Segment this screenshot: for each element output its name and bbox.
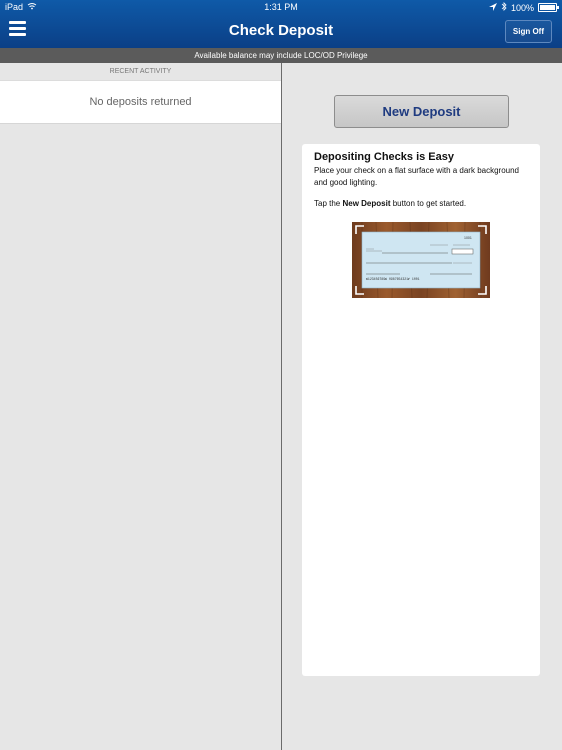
info-instruction: Place your check on a flat surface with … bbox=[314, 166, 519, 187]
bluetooth-icon bbox=[501, 2, 507, 13]
app-header: iPad 1:31 PM 100% Check Deposit Sign Off bbox=[0, 0, 562, 48]
status-right: 100% bbox=[488, 2, 559, 13]
sign-off-button[interactable]: Sign Off bbox=[504, 20, 552, 43]
status-time: 1:31 PM bbox=[264, 2, 298, 12]
page-title: Check Deposit bbox=[228, 22, 334, 39]
battery-percent: 100% bbox=[510, 2, 534, 13]
balance-notice-banner: Available balance may include LOC/OD Pri… bbox=[0, 48, 562, 63]
deposit-info-card: Depositing Checks is Easy Place your che… bbox=[302, 144, 540, 676]
recent-activity-header: RECENT ACTIVITY bbox=[109, 68, 172, 75]
battery-icon bbox=[538, 3, 559, 12]
status-bar: iPad 1:31 PM 100% bbox=[0, 0, 562, 16]
info-title: Depositing Checks is Easy bbox=[314, 151, 454, 163]
check-number: 1001 bbox=[464, 236, 472, 240]
location-arrow-icon bbox=[488, 2, 497, 13]
deposit-pane: New Deposit Depositing Checks is Easy Pl… bbox=[282, 63, 562, 750]
new-deposit-button[interactable]: New Deposit bbox=[334, 95, 509, 128]
check-on-wood-illustration: 1001 ⑆123456789⑆ 0987654321⑈ 1001 bbox=[352, 221, 490, 299]
micr-line: ⑆123456789⑆ 0987654321⑈ 1001 bbox=[366, 277, 420, 281]
info-tap-instruction: Tap the New Deposit button to get starte… bbox=[314, 199, 467, 208]
recent-activity-pane: RECENT ACTIVITY No deposits returned bbox=[0, 63, 281, 750]
no-deposits-message: No deposits returned bbox=[0, 80, 281, 124]
